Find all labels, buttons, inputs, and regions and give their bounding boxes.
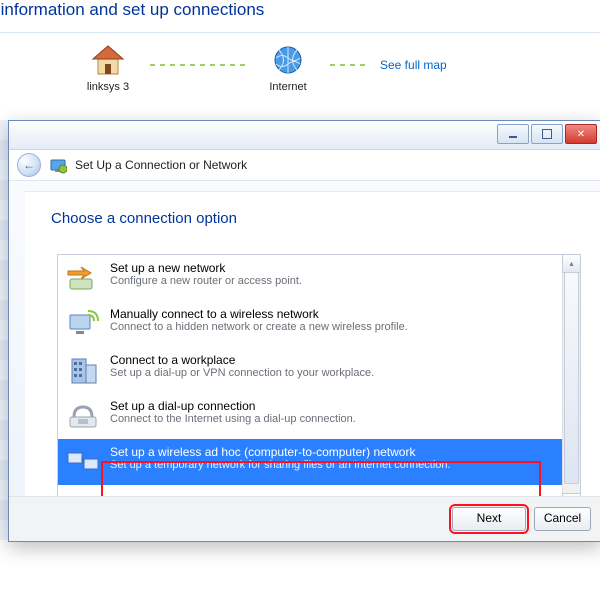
wizard-title: Set Up a Connection or Network	[75, 158, 247, 172]
cancel-button[interactable]: Cancel	[534, 507, 591, 531]
divider	[0, 32, 600, 33]
option-dialup[interactable]: Set up a dial-up connectionConnect to th…	[58, 393, 562, 439]
see-full-map-link[interactable]: See full map	[380, 58, 447, 72]
option-workplace[interactable]: Connect to a workplaceSet up a dial-up o…	[58, 347, 562, 393]
wizard-heading: Choose a connection option	[51, 210, 600, 227]
option-title: Set up a wireless ad hoc (computer-to-co…	[110, 445, 451, 459]
option-title: Manually connect to a wireless network	[110, 307, 408, 321]
scrollbar[interactable]: ▴ ▾	[562, 255, 580, 511]
network-node-home[interactable]: linksys 3	[68, 44, 148, 93]
connection-line	[150, 64, 250, 66]
option-desc: Connect to the Internet using a dial-up …	[110, 413, 356, 425]
two-computers-icon	[66, 445, 100, 479]
page-heading: work information and set up connections	[0, 0, 264, 20]
option-new-network[interactable]: Set up a new networkConfigure a new rout…	[58, 255, 562, 301]
option-list-frame: Set up a new networkConfigure a new rout…	[57, 254, 581, 512]
network-node-home-label: linksys 3	[68, 81, 148, 93]
next-button[interactable]: Next	[452, 507, 526, 531]
option-manual-wireless[interactable]: Manually connect to a wireless networkCo…	[58, 301, 562, 347]
phone-modem-icon	[66, 399, 100, 433]
close-button[interactable]: ✕	[565, 124, 597, 144]
option-desc: Connect to a hidden network or create a …	[110, 321, 408, 333]
minimize-button[interactable]	[497, 124, 529, 144]
wizard-body: Choose a connection option Set up a new …	[25, 191, 600, 497]
connection-line	[330, 64, 370, 66]
button-row: Next Cancel	[9, 496, 600, 541]
option-title: Set up a new network	[110, 261, 302, 275]
maximize-button[interactable]	[531, 124, 563, 144]
titlebar[interactable]: ✕	[9, 121, 600, 150]
house-icon	[90, 44, 126, 76]
back-button[interactable]: ←	[17, 153, 41, 177]
option-desc: Set up a dial-up or VPN connection to yo…	[110, 367, 374, 379]
option-list[interactable]: Set up a new networkConfigure a new rout…	[58, 255, 562, 511]
router-arrow-icon	[66, 261, 100, 295]
option-desc: Set up a temporary network for sharing f…	[110, 459, 451, 471]
option-desc: Configure a new router or access point.	[110, 275, 302, 287]
network-node-internet[interactable]: Internet	[248, 44, 328, 93]
network-node-internet-label: Internet	[248, 81, 328, 93]
monitor-wifi-icon	[66, 307, 100, 341]
option-title: Connect to a workplace	[110, 353, 374, 367]
scroll-up-button[interactable]: ▴	[562, 254, 581, 273]
shield-network-icon	[49, 156, 67, 174]
building-icon	[66, 353, 100, 387]
option-title: Set up a dial-up connection	[110, 399, 356, 413]
option-adhoc[interactable]: Set up a wireless ad hoc (computer-to-co…	[58, 439, 562, 485]
nav-row: ← Set Up a Connection or Network	[9, 150, 600, 181]
wizard-window: ✕ ← Set Up a Connection or Network Choos…	[8, 120, 600, 542]
globe-icon	[270, 44, 306, 76]
scroll-thumb[interactable]	[564, 272, 579, 484]
